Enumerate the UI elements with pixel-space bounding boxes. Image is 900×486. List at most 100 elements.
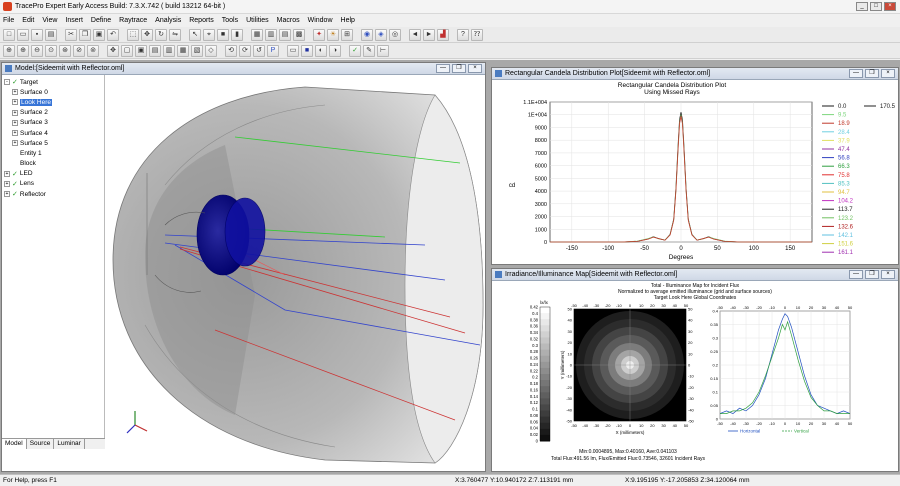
save-icon[interactable]: ▪ bbox=[31, 28, 43, 41]
expand-icon[interactable]: + bbox=[4, 170, 10, 177]
menu-insert[interactable]: Insert bbox=[65, 17, 83, 24]
move-icon[interactable]: ✥ bbox=[141, 28, 153, 41]
tab-source[interactable]: Source bbox=[27, 439, 55, 449]
menu-edit[interactable]: Edit bbox=[22, 17, 34, 24]
expand-icon[interactable]: + bbox=[12, 119, 18, 126]
tree-item-target[interactable]: - ✓ Target bbox=[2, 77, 104, 87]
tree-item-led[interactable]: + ✓ LED bbox=[2, 169, 104, 179]
irradiance-minimize-button[interactable]: — bbox=[849, 270, 863, 279]
candela-minimize-button[interactable]: — bbox=[849, 69, 863, 78]
candela-restore-button[interactable]: ❐ bbox=[865, 69, 879, 78]
menu-window[interactable]: Window bbox=[308, 17, 333, 24]
close-button[interactable]: × bbox=[884, 2, 896, 11]
tree-item-surface-2[interactable]: + Surface 2 bbox=[2, 108, 104, 118]
hidden-line-icon[interactable]: ◑ bbox=[329, 44, 341, 57]
irradiance-close-button[interactable]: × bbox=[881, 270, 895, 279]
window-split-icon[interactable]: ▤ bbox=[279, 28, 291, 41]
pan-icon[interactable]: ✥ bbox=[107, 44, 119, 57]
pencil-icon[interactable]: ✎ bbox=[363, 44, 375, 57]
cut-icon[interactable]: ✂ bbox=[65, 28, 77, 41]
select-icon[interactable]: ⬚ bbox=[127, 28, 139, 41]
zoom-selection-icon[interactable]: ⊛ bbox=[59, 44, 71, 57]
menu-file[interactable]: File bbox=[3, 17, 14, 24]
model-3d-scene[interactable] bbox=[105, 75, 485, 471]
view-back-icon[interactable]: ▣ bbox=[135, 44, 147, 57]
tree-item-surface-5[interactable]: + Surface 5 bbox=[2, 138, 104, 148]
view-top-icon[interactable]: ▤ bbox=[149, 44, 161, 57]
collapse-icon[interactable]: - bbox=[4, 79, 10, 86]
rotate-z-icon[interactable]: ↺ bbox=[253, 44, 265, 57]
check-icon[interactable]: ✓ bbox=[349, 44, 361, 57]
properties-icon[interactable]: P bbox=[267, 44, 279, 57]
model-3d-view[interactable] bbox=[105, 75, 485, 464]
model-minimize-button[interactable]: — bbox=[436, 64, 450, 73]
new-file-icon[interactable]: □ bbox=[3, 28, 15, 41]
context-help-icon[interactable]: ⁇ bbox=[471, 28, 483, 41]
zoom-previous-icon[interactable]: ⊘ bbox=[73, 44, 85, 57]
tree-item-entity-1[interactable]: Entity 1 bbox=[2, 148, 104, 158]
source-icon[interactable]: ☀ bbox=[327, 28, 339, 41]
zoom-out-icon[interactable]: ⊖ bbox=[31, 44, 43, 57]
menu-help[interactable]: Help bbox=[341, 17, 355, 24]
tree-item-reflector[interactable]: + ✓ Reflector bbox=[2, 189, 104, 199]
expand-icon[interactable]: + bbox=[12, 130, 18, 137]
tree-item-block[interactable]: Block bbox=[2, 159, 104, 169]
irradiance-restore-button[interactable]: ❐ bbox=[865, 270, 879, 279]
irradiance-map[interactable]: Total - Illuminance Map for Incident Flu… bbox=[492, 281, 898, 471]
shaded-icon[interactable]: ■ bbox=[301, 44, 313, 57]
rotate-x-icon[interactable]: ⟲ bbox=[225, 44, 237, 57]
view-iso-icon[interactable]: ◇ bbox=[205, 44, 217, 57]
raytrace-icon[interactable]: ✦ bbox=[313, 28, 325, 41]
expand-icon[interactable]: + bbox=[12, 140, 18, 147]
expand-icon[interactable]: + bbox=[4, 180, 10, 187]
tree-item-lens[interactable]: + ✓ Lens bbox=[2, 179, 104, 189]
menu-define[interactable]: Define bbox=[91, 17, 111, 24]
expand-icon[interactable]: + bbox=[4, 191, 10, 198]
zoom-in-icon[interactable]: ⊕ bbox=[17, 44, 29, 57]
candela-close-button[interactable]: × bbox=[881, 69, 895, 78]
tab-model[interactable]: Model bbox=[2, 439, 27, 449]
tree-item-surface-3[interactable]: + Surface 3 bbox=[2, 118, 104, 128]
rotate-y-icon[interactable]: ⟳ bbox=[239, 44, 251, 57]
window-cascade-icon[interactable]: ▥ bbox=[265, 28, 277, 41]
tree-item-surface-0[interactable]: + Surface 0 bbox=[2, 87, 104, 97]
open-folder-icon[interactable]: ▭ bbox=[17, 28, 29, 41]
print-icon[interactable]: ▤ bbox=[45, 28, 57, 41]
polar-icon[interactable]: ◎ bbox=[389, 28, 401, 41]
irradiance-icon[interactable]: ◉ bbox=[361, 28, 373, 41]
window-tile-icon[interactable]: ▦ bbox=[251, 28, 263, 41]
view-front-icon[interactable]: ▢ bbox=[121, 44, 133, 57]
chart-icon[interactable]: ▟ bbox=[437, 28, 449, 41]
undo-icon[interactable]: ↶ bbox=[107, 28, 119, 41]
tree-item-look-here[interactable]: + Look Here bbox=[2, 97, 104, 107]
window-grid-icon[interactable]: ▩ bbox=[293, 28, 305, 41]
block-icon[interactable]: ■ bbox=[217, 28, 229, 41]
candela-chart[interactable]: Rectangular Candela Distribution PlotUsi… bbox=[492, 80, 898, 264]
arrow-right-icon[interactable]: ► bbox=[423, 28, 435, 41]
model-restore-button[interactable]: ❐ bbox=[452, 64, 466, 73]
menu-utilities[interactable]: Utilities bbox=[246, 17, 269, 24]
menu-analysis[interactable]: Analysis bbox=[155, 17, 181, 24]
model-close-button[interactable]: × bbox=[468, 64, 482, 73]
zoom-all-icon[interactable]: ⊕ bbox=[3, 44, 15, 57]
expand-icon[interactable]: + bbox=[12, 89, 18, 96]
silhouette-icon[interactable]: ◐ bbox=[315, 44, 327, 57]
ruler-icon[interactable]: ⊢ bbox=[377, 44, 389, 57]
grid-raytrace-icon[interactable]: ⊞ bbox=[341, 28, 353, 41]
expand-icon[interactable]: + bbox=[12, 99, 18, 106]
copy-icon[interactable]: ❐ bbox=[79, 28, 91, 41]
view-right-icon[interactable]: ▧ bbox=[191, 44, 203, 57]
mirror-icon[interactable]: ⇋ bbox=[169, 28, 181, 41]
expand-icon[interactable]: + bbox=[12, 109, 18, 116]
rotate-icon[interactable]: ↻ bbox=[155, 28, 167, 41]
tab-luminaire[interactable]: Luminar bbox=[54, 439, 85, 449]
menu-tools[interactable]: Tools bbox=[222, 17, 238, 24]
pointer-icon[interactable]: ↖ bbox=[189, 28, 201, 41]
minimize-button[interactable]: _ bbox=[856, 2, 868, 11]
maximize-button[interactable]: □ bbox=[870, 2, 882, 11]
tree-item-surface-4[interactable]: + Surface 4 bbox=[2, 128, 104, 138]
pick-icon[interactable]: ⌖ bbox=[203, 28, 215, 41]
menu-raytrace[interactable]: Raytrace bbox=[119, 17, 147, 24]
zoom-window-icon[interactable]: ⊙ bbox=[45, 44, 57, 57]
view-left-icon[interactable]: ▦ bbox=[177, 44, 189, 57]
